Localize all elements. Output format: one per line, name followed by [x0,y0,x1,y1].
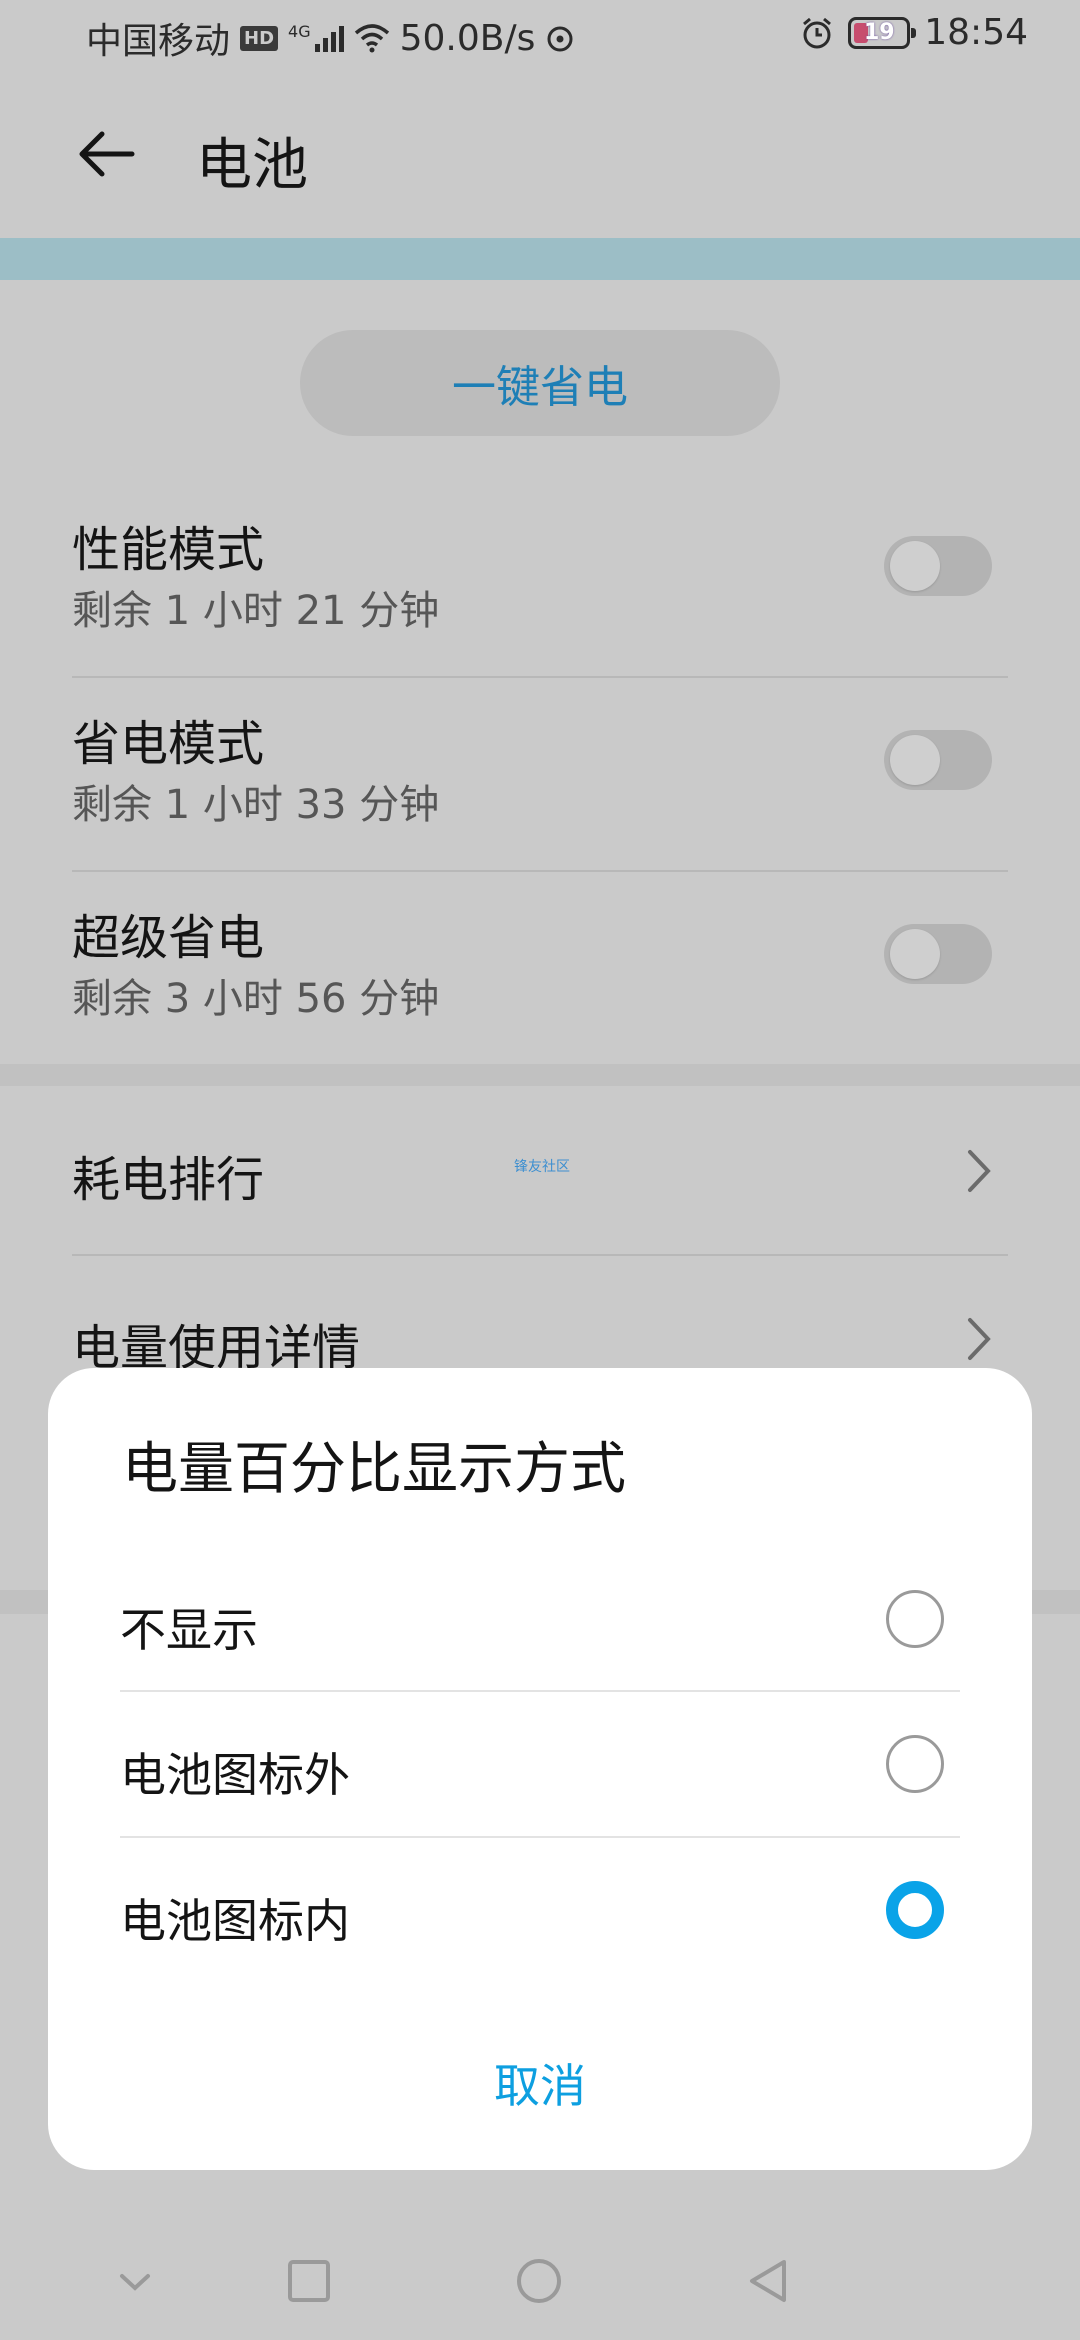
radio-button[interactable] [886,1735,944,1793]
option-outside-icon[interactable]: 电池图标外 [120,1693,960,1839]
power-saving-mode-row[interactable]: 省电模式 剩余 1 小时 33 分钟 [72,678,1008,870]
recents-square-icon[interactable] [284,2256,334,2306]
radio-button[interactable] [886,1590,944,1648]
netease-music-icon [547,26,573,52]
option-hide[interactable]: 不显示 [120,1548,960,1694]
option-label: 不显示 [120,1603,258,1657]
home-circle-icon[interactable] [514,2256,564,2306]
option-label: 电池图标外 [120,1748,350,1802]
mode-title: 超级省电 [72,910,265,966]
mode-remaining: 剩余 3 小时 56 分钟 [72,976,440,1022]
chevron-right-icon [968,1318,991,1360]
back-arrow-icon[interactable] [74,122,138,186]
section-separator [0,1064,1080,1086]
mode-remaining: 剩余 1 小时 33 分钟 [72,782,440,828]
battery-percentage-dialog: 电量百分比显示方式 不显示 电池图标外 电池图标内 取消 [48,1368,1032,2170]
status-left: 中国移动 HD 4G 50.0B/s [86,12,575,64]
power-usage-ranking-row[interactable]: 耗电排行 锋友社区 [72,1090,1008,1250]
power-saving-mode-toggle[interactable] [884,730,992,790]
option-inside-icon[interactable]: 电池图标内 [120,1839,960,1985]
back-triangle-icon[interactable] [744,2256,794,2306]
clock: 18:54 [924,12,1028,53]
signal-icon [314,24,344,52]
mode-remaining: 剩余 1 小时 21 分钟 [72,588,440,634]
hd-badge: HD [240,25,279,51]
performance-mode-row[interactable]: 性能模式 剩余 1 小时 21 分钟 [72,484,1008,676]
ultra-power-saving-toggle[interactable] [884,924,992,984]
watermark-text: 锋友社区 [514,1159,570,1175]
performance-mode-toggle[interactable] [884,536,992,596]
title-bar: 电池 [0,100,1080,210]
wifi-icon [354,24,389,53]
nav-label: 耗电排行 [72,1152,265,1208]
carrier-name: 中国移动 [86,21,231,62]
info-banner [0,238,1080,280]
battery-icon: 19 [848,16,917,49]
battery-level: 19 [863,20,895,45]
dialog-title: 电量百分比显示方式 [122,1437,626,1502]
ultra-power-saving-row[interactable]: 超级省电 剩余 3 小时 56 分钟 [72,872,1008,1064]
chevron-down-icon[interactable] [110,2256,160,2306]
status-right: 19 18:54 [800,12,1028,53]
mode-title: 省电模式 [72,716,265,772]
network-type: 4G [288,21,311,41]
divider [72,1254,1008,1256]
network-speed: 50.0B/s [399,17,536,59]
mode-title: 性能模式 [72,522,265,578]
radio-button-selected[interactable] [886,1881,944,1939]
status-bar: 中国移动 HD 4G 50.0B/s 19 18:54 [0,0,1080,72]
chevron-right-icon [968,1150,991,1192]
page-title: 电池 [196,133,308,198]
one-key-save-button[interactable]: 一键省电 [300,330,780,436]
cancel-button[interactable]: 取消 [48,2050,1032,2116]
option-divider [120,1690,960,1692]
alarm-icon [803,17,832,48]
option-label: 电池图标内 [120,1894,350,1948]
option-divider [120,1836,960,1838]
system-nav-bar [0,2220,1080,2340]
